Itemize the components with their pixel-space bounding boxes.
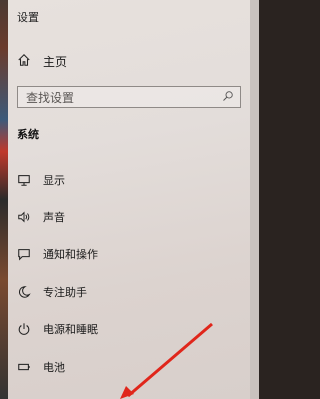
home-icon — [17, 53, 43, 70]
section-heading-system: 系统 — [17, 128, 39, 141]
search-icon[interactable] — [222, 90, 234, 105]
search-placeholder: 查找设置 — [26, 90, 75, 105]
window-title: 设置 — [17, 11, 39, 24]
sidebar-item-label: 显示 — [43, 174, 65, 187]
power-icon — [17, 322, 31, 336]
sidebar-item-notifications[interactable]: 通知和操作 — [17, 244, 98, 264]
sidebar-item-label: 电源和睡眠 — [43, 323, 98, 336]
search-input[interactable]: 查找设置 — [17, 86, 241, 108]
window-edge — [250, 0, 259, 399]
home-label: 主页 — [43, 54, 68, 69]
speaker-icon — [17, 210, 31, 224]
sidebar-item-sound[interactable]: 声音 — [17, 207, 65, 227]
sidebar-item-label: 电池 — [43, 361, 65, 374]
home-nav-item[interactable]: 主页 — [17, 51, 67, 71]
sidebar-item-power-sleep[interactable]: 电源和睡眠 — [17, 319, 98, 339]
battery-icon — [17, 360, 31, 374]
sidebar-item-focus-assist[interactable]: 专注助手 — [17, 282, 87, 302]
annotation-arrow — [120, 322, 213, 399]
monitor-icon — [17, 173, 31, 187]
sidebar-item-display[interactable]: 显示 — [17, 170, 65, 190]
sidebar-item-label: 声音 — [43, 211, 65, 224]
sidebar-item-label: 通知和操作 — [43, 248, 98, 261]
sidebar-item-battery[interactable]: 电池 — [17, 357, 65, 377]
notification-icon — [17, 247, 31, 261]
sidebar-item-label: 专注助手 — [43, 286, 87, 299]
moon-icon — [17, 285, 31, 299]
